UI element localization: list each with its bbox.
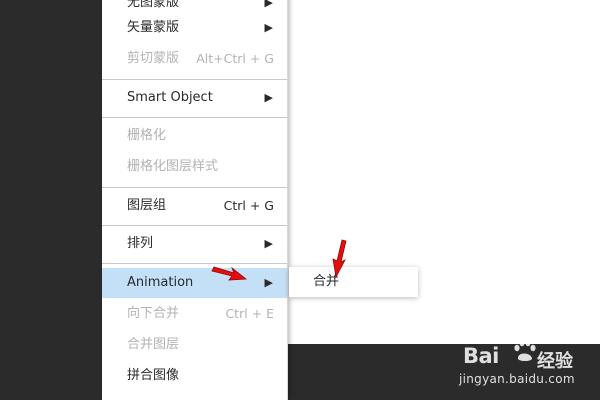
menu-item-animation[interactable]: Animation ▶: [102, 268, 287, 298]
menu-separator: [102, 117, 287, 118]
paw-icon: [512, 334, 536, 368]
watermark-brand-cn: 经验: [537, 351, 573, 372]
submenu-item-label: 合并: [313, 274, 340, 289]
screenshot-stage: 无图蒙版 ▶ 矢量蒙版 ▶ 剪切蒙版 Alt+Ctrl + G Smart Ob…: [0, 0, 600, 400]
submenu-arrow-icon: ▶: [264, 21, 273, 34]
menu-item-label: 排列: [127, 236, 154, 251]
menu-item-shortcut: Alt+Ctrl + G: [196, 51, 274, 66]
menu-item-merge-down[interactable]: 向下合并 Ctrl + E: [102, 299, 287, 329]
menu-item-shortcut: Ctrl + E: [225, 306, 274, 321]
layer-context-menu: 无图蒙版 ▶ 矢量蒙版 ▶ 剪切蒙版 Alt+Ctrl + G Smart Ob…: [102, 0, 288, 400]
menu-item-label: 矢量蒙版: [127, 20, 180, 35]
watermark-brand: Bai: [463, 344, 499, 368]
menu-item-rasterize[interactable]: 栅格化: [102, 121, 287, 151]
menu-item-flatten-image[interactable]: 拼合图像: [102, 361, 287, 391]
menu-item-label: 栅格化: [127, 128, 167, 143]
menu-item-label: Smart Object: [127, 90, 213, 105]
submenu-arrow-icon: ▶: [264, 276, 273, 289]
menu-separator: [102, 225, 287, 226]
submenu-item-merge[interactable]: 合并: [289, 267, 418, 297]
workspace-background: [0, 0, 102, 400]
submenu-arrow-icon: ▶: [264, 237, 273, 250]
menu-item-layer-group[interactable]: 图层组 Ctrl + G: [102, 191, 287, 221]
menu-item-label: 栅格化图层样式: [127, 159, 219, 174]
baidu-jingyan-watermark: Bai 经验 jingyan.baidu.com: [455, 332, 600, 400]
menu-item-clipping-mask[interactable]: 剪切蒙版 Alt+Ctrl + G: [102, 44, 287, 74]
menu-item-label: 拼合图像: [127, 368, 180, 383]
menu-item-label: 合并图层: [127, 337, 180, 352]
menu-item-label: Animation: [127, 275, 194, 290]
watermark-url: jingyan.baidu.com: [459, 372, 575, 386]
menu-item-label: 图层组: [127, 198, 167, 213]
menu-item-smart-object[interactable]: Smart Object ▶: [102, 83, 287, 113]
menu-item-vector-mask[interactable]: 矢量蒙版 ▶: [102, 13, 287, 43]
menu-item-label: 向下合并: [127, 306, 180, 321]
menu-item-shortcut: Ctrl + G: [223, 198, 274, 213]
menu-item-arrange[interactable]: 排列 ▶: [102, 229, 287, 259]
animation-submenu: 合并: [289, 267, 418, 297]
menu-item-label: 剪切蒙版: [127, 51, 180, 66]
menu-item-rasterize-layer-style[interactable]: 栅格化图层样式: [102, 152, 287, 182]
menu-item-merge-layers[interactable]: 合并图层: [102, 330, 287, 360]
menu-separator: [102, 263, 287, 264]
menu-separator: [102, 187, 287, 188]
submenu-arrow-icon: ▶: [264, 91, 273, 104]
menu-separator: [102, 79, 287, 80]
